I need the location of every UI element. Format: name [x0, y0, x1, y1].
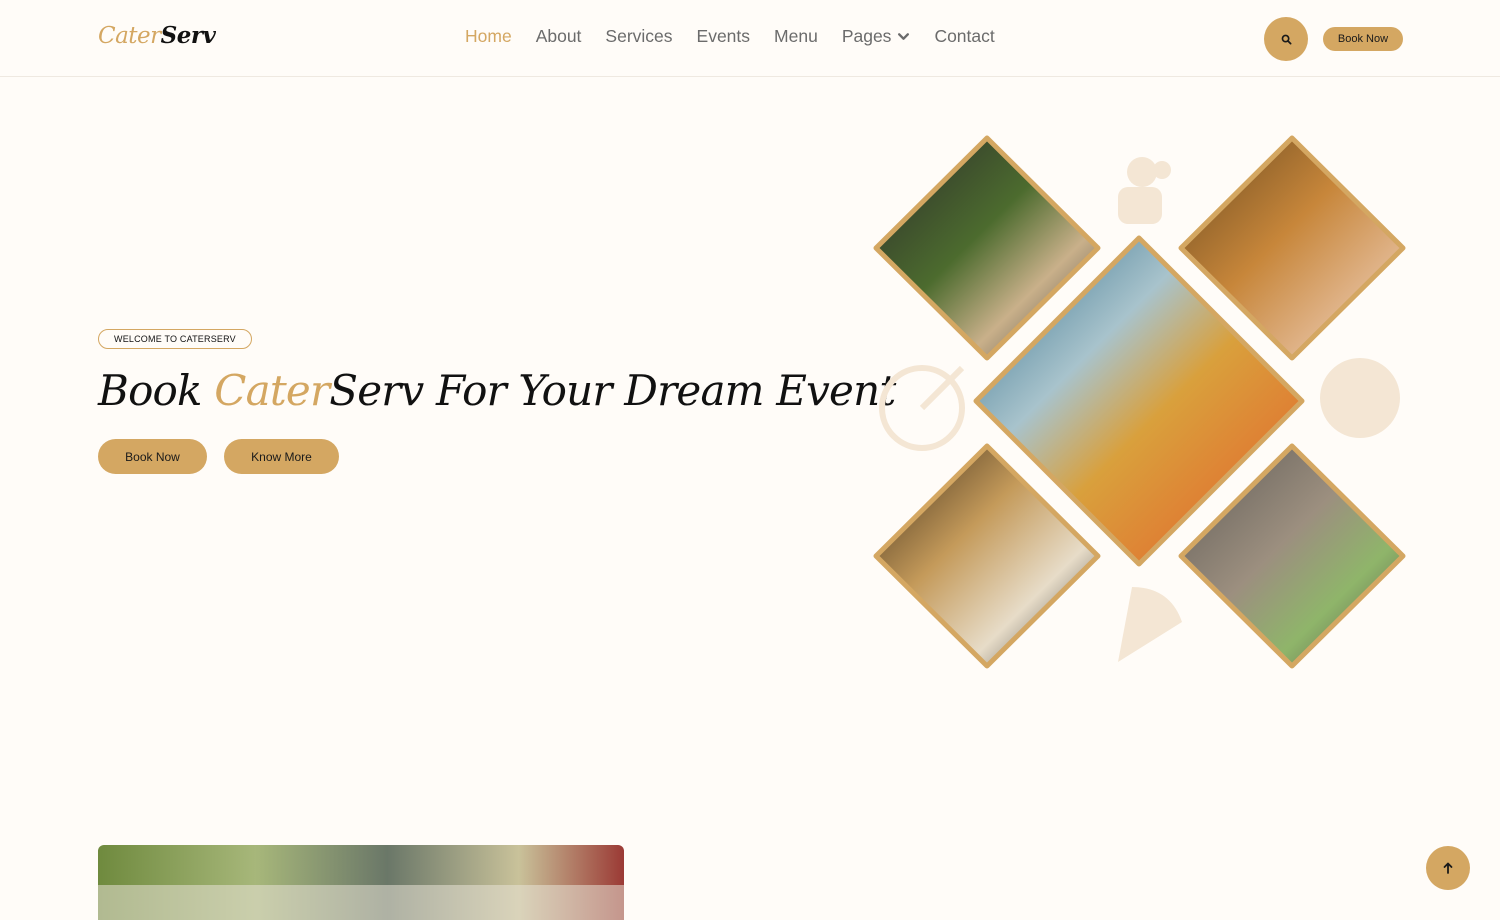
- nav-menu[interactable]: Menu: [774, 26, 818, 47]
- top-navbar: CaterServ Home About Services Events Men…: [0, 0, 1500, 77]
- hero-headline: Book CaterServ For Your Dream Event: [98, 366, 896, 415]
- decor-chef-icon: [1118, 157, 1171, 224]
- nav-book-now-button[interactable]: Book Now: [1323, 27, 1403, 51]
- headline-after: Serv For Your Dream Event: [329, 366, 896, 415]
- nav-contact[interactable]: Contact: [934, 26, 994, 47]
- nav-pages-label: Pages: [841, 26, 892, 46]
- search-icon: [1281, 34, 1291, 44]
- back-to-top-button[interactable]: [1426, 846, 1470, 890]
- hero-know-more-button[interactable]: Know More: [224, 439, 339, 474]
- nav-about[interactable]: About: [536, 26, 582, 47]
- brand-logo-part1: Cater: [98, 23, 161, 49]
- main-menu: Home About Services Events Menu Pages Co…: [465, 26, 1019, 47]
- brand-logo[interactable]: CaterServ: [98, 22, 216, 49]
- food-collage: [873, 135, 1406, 669]
- nav-services[interactable]: Services: [605, 26, 672, 47]
- decor-pizza-right-icon: [1320, 358, 1400, 438]
- arrow-up-icon: [1443, 862, 1453, 874]
- hero-book-now-button[interactable]: Book Now: [98, 439, 207, 474]
- nav-events[interactable]: Events: [697, 26, 751, 47]
- search-button[interactable]: [1264, 17, 1308, 61]
- chevron-down-icon: [898, 33, 910, 40]
- headline-highlight: Cater: [214, 366, 330, 415]
- welcome-badge: WELCOME TO CATERSERV: [98, 329, 252, 349]
- nav-pages[interactable]: Pages: [842, 26, 911, 47]
- headline-before: Book: [98, 366, 215, 415]
- brand-logo-part2: Serv: [160, 22, 216, 49]
- bottom-event-image: [98, 845, 624, 920]
- nav-home[interactable]: Home: [465, 26, 512, 47]
- decor-slice-icon: [1118, 587, 1182, 662]
- decor-pizza-icon: [879, 365, 965, 451]
